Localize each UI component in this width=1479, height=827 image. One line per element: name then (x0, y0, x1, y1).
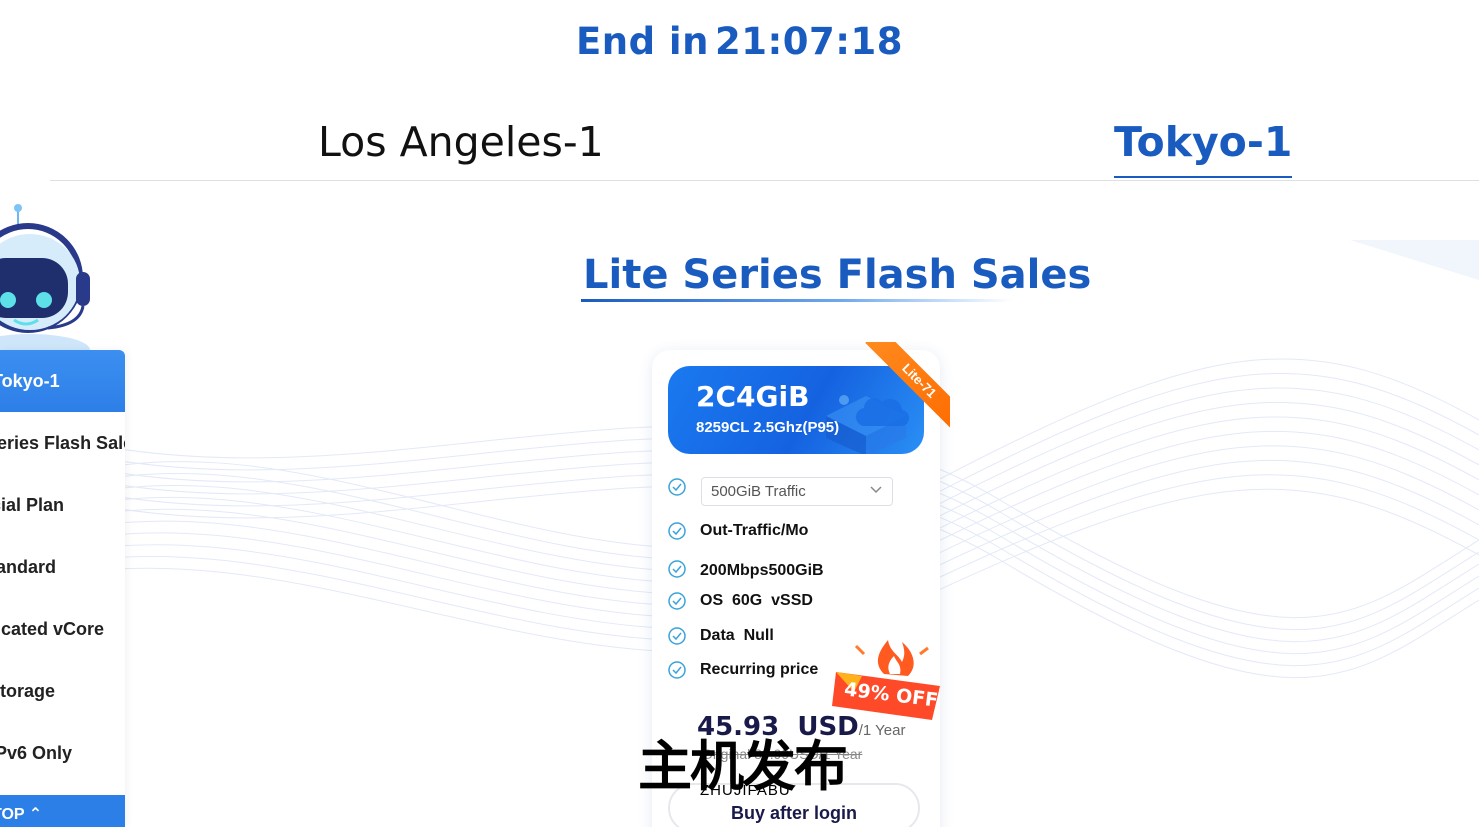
back-to-top-label: TOP (0, 806, 25, 823)
feature-item: Recurring price (668, 661, 818, 679)
support-robot-icon[interactable] (0, 200, 100, 360)
check-circle-icon (668, 560, 686, 578)
check-circle-icon (668, 522, 686, 540)
sidebar-item-standard[interactable]: Standard (0, 536, 125, 598)
discount-badge: 49% OFF (832, 632, 944, 722)
feature-label: Out-Traffic/Mo (700, 522, 809, 539)
plan-ribbon: Lite-71 (858, 342, 950, 434)
countdown-time: 21:07:18 (714, 20, 904, 63)
sidebar-item-special-plan[interactable]: Special Plan (0, 474, 125, 536)
region-tabs: Los Angeles-1 Tokyo-1 (50, 110, 1479, 181)
feature-item: Out-Traffic/Mo (668, 522, 808, 540)
sidebar-nav: Tokyo-1 Lite Series Flash Sales Special … (0, 350, 125, 827)
chevron-up-icon: ⌃ (28, 806, 43, 823)
chevron-down-icon (870, 486, 882, 494)
feature-item: OS 60G vSSD (668, 592, 813, 610)
countdown-label: End in (575, 20, 709, 63)
sidebar-item-ipv6-only[interactable]: IPv6 Only (0, 722, 125, 784)
back-to-top-button[interactable]: TOP ⌃ (0, 795, 125, 827)
sidebar-item-storage[interactable]: Storage (0, 660, 125, 722)
check-circle-icon (668, 592, 686, 610)
watermark-logo: 主机发布 ZHUJIFABU (638, 738, 848, 808)
tab-tokyo-1[interactable]: Tokyo-1 (1114, 118, 1293, 178)
tab-los-angeles-1[interactable]: Los Angeles-1 (318, 118, 604, 176)
feature-label: OS 60G vSSD (700, 592, 813, 609)
sidebar-header[interactable]: Tokyo-1 (0, 350, 125, 412)
plan-spec: 2C4GiB (696, 380, 810, 413)
check-circle-icon (668, 478, 686, 496)
watermark-en: ZHUJIFABU (700, 782, 791, 799)
cpu-model: 8259CL 2.5Ghz(P95) (696, 419, 840, 436)
countdown-timer: End in 21:07:18 (0, 20, 1479, 63)
check-circle-icon (668, 661, 686, 679)
sidebar-item-lite-series-flash-sales[interactable]: Lite Series Flash Sales (0, 412, 125, 474)
plan-ribbon-label: Lite-71 (865, 342, 950, 434)
section-title-underline (581, 299, 1013, 302)
feature-item: 200Mbps500GiB (668, 558, 824, 580)
check-circle-icon (668, 627, 686, 645)
price-period: /1 Year (858, 722, 906, 739)
feature-traffic (668, 478, 700, 496)
sidebar-item-dedicated-vcore[interactable]: Dedicated vCore (0, 598, 125, 660)
traffic-select-value: 500GiB Traffic (711, 483, 806, 500)
section-title: Lite Series Flash Sales (583, 252, 1092, 298)
feature-item: Data Null (668, 627, 774, 645)
feature-label: 200Mbps500GiB (700, 562, 824, 579)
traffic-select[interactable]: 500GiB Traffic (701, 477, 893, 506)
feature-label: Recurring price (700, 661, 819, 678)
feature-label: Data Null (700, 627, 774, 644)
